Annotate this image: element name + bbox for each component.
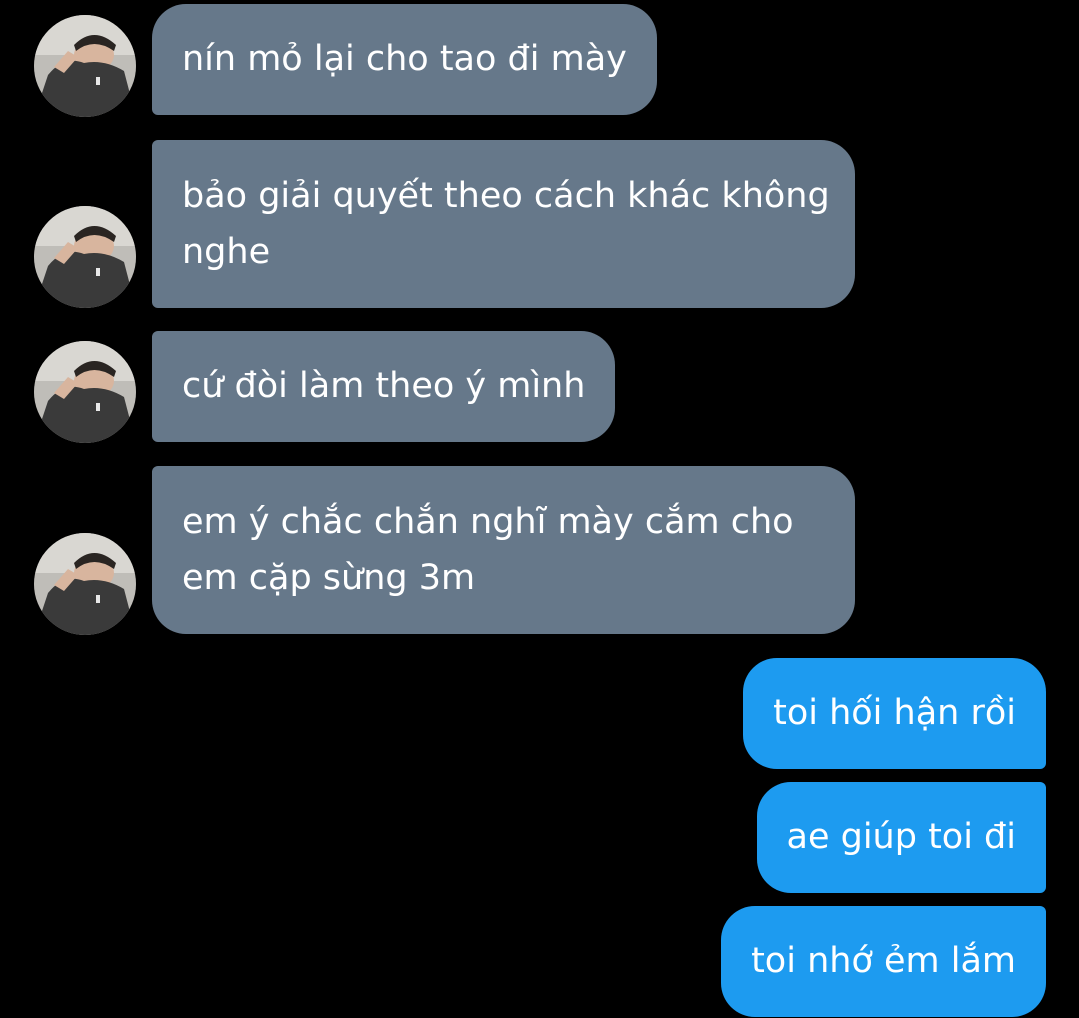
- outgoing-message[interactable]: toi hối hận rồi: [743, 658, 1046, 769]
- incoming-message[interactable]: bảo giải quyết theo cách khác không nghe: [152, 140, 855, 308]
- incoming-message[interactable]: cứ đòi làm theo ý mình: [152, 331, 616, 442]
- avatar-photo-icon: [34, 206, 136, 308]
- message-text: em ý chắc chắn nghĩ mày cắm cho: [182, 502, 794, 542]
- message-text: bảo giải quyết theo cách khác không: [182, 176, 830, 216]
- message-text: toi hối hận rồi: [773, 693, 1016, 733]
- message-text: nghe: [182, 232, 271, 272]
- avatar-photo-icon: [34, 341, 136, 443]
- message-text: toi nhớ ẻm lắm: [751, 941, 1016, 981]
- sender-avatar[interactable]: [34, 533, 136, 635]
- avatar-photo-icon: [34, 15, 136, 117]
- avatar-photo-icon: [34, 533, 136, 635]
- sender-avatar[interactable]: [34, 15, 136, 117]
- incoming-message[interactable]: nín mỏ lại cho tao đi mày: [152, 4, 657, 115]
- message-text: em cặp sừng 3m: [182, 558, 476, 598]
- message-text: ae giúp toi đi: [786, 817, 1017, 857]
- message-text: nín mỏ lại cho tao đi mày: [182, 39, 627, 79]
- outgoing-message[interactable]: toi nhớ ẻm lắm: [721, 906, 1046, 1017]
- outgoing-message[interactable]: ae giúp toi đi: [756, 782, 1046, 893]
- sender-avatar[interactable]: [34, 341, 136, 443]
- incoming-message[interactable]: em ý chắc chắn nghĩ mày cắm cho em cặp s…: [152, 466, 855, 634]
- sender-avatar[interactable]: [34, 206, 136, 308]
- message-text: cứ đòi làm theo ý mình: [182, 366, 586, 406]
